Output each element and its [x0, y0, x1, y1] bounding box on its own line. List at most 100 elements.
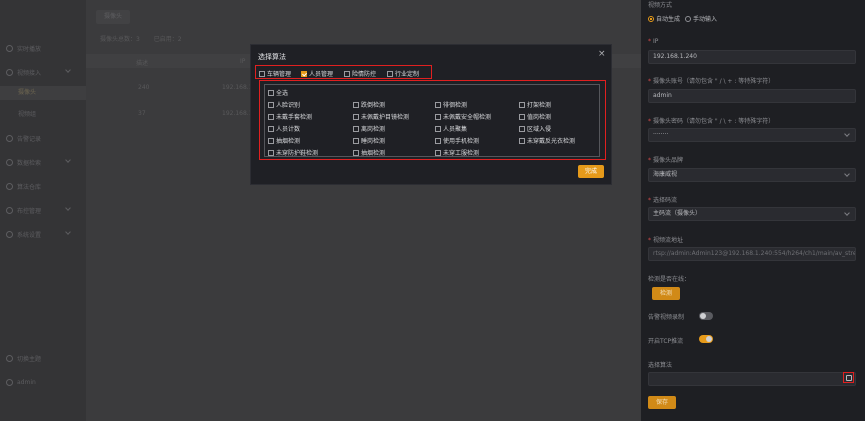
done-button[interactable]: 完成 — [578, 165, 605, 178]
close-icon[interactable]: × — [598, 50, 606, 59]
algo-input[interactable] — [648, 372, 856, 386]
chevron-down-icon — [65, 205, 71, 211]
algo-checkbox[interactable]: 离岗检测 — [353, 124, 385, 133]
checkbox-icon — [519, 101, 525, 108]
checkbox-icon — [435, 113, 441, 120]
table-cell-ip: 192.168.1 — [222, 110, 253, 117]
algo-checkbox[interactable]: 徘徊检测 — [435, 100, 467, 109]
account-input[interactable]: admin — [648, 89, 856, 103]
radio-manual[interactable]: 手动输入 — [685, 14, 717, 23]
category-vehicle[interactable]: 车辆管理 — [259, 69, 291, 78]
checkbox-icon — [353, 101, 359, 108]
checkbox-icon — [268, 113, 274, 120]
save-button[interactable]: 保存 — [648, 396, 677, 409]
algo-label: 选择算法 — [648, 362, 673, 369]
app-window: 实时播放 视频接入 摄像头 视频组 告警记录 数据检索 算法仓库 布控管理 系统… — [0, 0, 865, 421]
cube-icon — [6, 182, 13, 190]
sidebar-item-search[interactable]: 数据检索 — [6, 156, 71, 168]
table-cell-desc: 37 — [138, 110, 146, 117]
radio-auto[interactable]: 自动生成 — [648, 14, 680, 23]
checkbox-icon — [344, 70, 350, 77]
sidebar-item-alarms[interactable]: 告警记录 — [6, 132, 41, 144]
category-hazard[interactable]: 险情防控 — [344, 69, 376, 78]
checkbox-icon — [519, 113, 525, 120]
user-icon — [6, 378, 13, 386]
algo-select-all[interactable]: 全选 — [268, 88, 288, 97]
chevron-down-icon — [65, 67, 71, 73]
algo-checkbox[interactable]: 打架检测 — [519, 100, 551, 109]
sidebar-item-theme[interactable]: 切换主题 — [6, 352, 41, 364]
algo-checkbox[interactable]: 睡岗检测 — [353, 136, 385, 145]
checkbox-icon — [519, 137, 525, 144]
algo-checkbox[interactable]: 未佩戴护目镜检测 — [353, 112, 409, 121]
select-algorithm-dialog: 选择算法 × 车辆管理 人员管理 险情防控 行业定制 全选 人脸识别 跌倒检测 … — [250, 44, 612, 185]
url-label: * 视频流地址 — [648, 237, 684, 244]
shield-icon — [6, 206, 13, 214]
online-label: 检测是否在线： — [648, 276, 691, 283]
algo-checkbox[interactable]: 抽烟检测 — [268, 136, 300, 145]
checkbox-icon — [353, 125, 359, 132]
checkbox-checked-icon — [301, 70, 307, 77]
stream-select[interactable]: 主码流（摄像头） — [648, 207, 856, 221]
sidebar-item-live[interactable]: 实时播放 — [6, 42, 41, 54]
palette-icon — [6, 354, 13, 362]
column-header-ip: IP — [240, 58, 246, 65]
sidebar-item-deploy[interactable]: 布控管理 — [6, 204, 71, 216]
chevron-down-icon — [65, 157, 71, 163]
algo-checkbox[interactable]: 区域入侵 — [519, 124, 551, 133]
sidebar-item-settings[interactable]: 系统设置 — [6, 228, 71, 240]
camera-config-panel: 视频方式 自动生成 手动输入 * IP 192.168.1.240 * 摄像头账号（… — [641, 0, 865, 421]
radio-off-icon — [685, 15, 691, 22]
select-algorithm-button[interactable] — [843, 372, 854, 383]
sidebar-item-video-group[interactable]: 视频组 — [0, 108, 86, 122]
password-label: * 摄像头密码（请勿包含 " / \ + : 等特殊字符） — [648, 118, 775, 125]
category-personnel[interactable]: 人员管理 — [301, 69, 333, 78]
checkbox-icon — [353, 137, 359, 144]
sidebar-item-video-access[interactable]: 视频接入 — [6, 66, 71, 78]
checkbox-icon — [435, 149, 441, 156]
url-input[interactable]: rtsp://admin:Admin123@192.168.1.240:554/… — [648, 247, 856, 261]
detect-button[interactable]: 检测 — [652, 287, 681, 300]
algo-checkbox[interactable]: 跌倒检测 — [353, 100, 385, 109]
checkbox-icon — [387, 70, 393, 77]
sidebar-item-camera[interactable]: 摄像头 — [0, 86, 86, 100]
algo-checkbox[interactable]: 未穿工服检测 — [435, 148, 479, 157]
category-industry[interactable]: 行业定制 — [387, 69, 419, 78]
algo-checkbox[interactable]: 人员计数 — [268, 124, 300, 133]
ip-label: * IP — [648, 38, 659, 45]
tcp-toggle[interactable] — [699, 335, 713, 343]
category-tabs: 车辆管理 人员管理 险情防控 行业定制 — [255, 65, 432, 79]
algo-checkbox[interactable]: 人员聚集 — [435, 124, 467, 133]
source-label: 视频方式 — [648, 2, 673, 9]
password-input[interactable]: ········ — [648, 128, 856, 142]
brand-select[interactable]: 海康威视 — [648, 168, 856, 182]
search-icon — [6, 158, 13, 166]
algo-checkbox[interactable]: 值岗检测 — [519, 112, 551, 121]
stream-label: * 选择码流 — [648, 197, 678, 204]
algo-checkbox[interactable]: 未佩戴安全帽检测 — [435, 112, 491, 121]
algo-checkbox[interactable]: 抽烟检测 — [353, 148, 385, 157]
sidebar-item-algorithms[interactable]: 算法仓库 — [6, 180, 41, 192]
bell-icon — [6, 134, 13, 142]
ip-input[interactable]: 192.168.1.240 — [648, 50, 856, 64]
algo-checkbox[interactable]: 未穿戴反光衣检测 — [519, 136, 575, 145]
radio-on-icon — [648, 15, 654, 22]
checkbox-icon — [268, 89, 274, 96]
alarm-record-toggle[interactable] — [699, 312, 713, 320]
tab-camera[interactable]: 摄像头 — [96, 10, 131, 24]
checkbox-icon — [353, 113, 359, 120]
video-icon — [6, 68, 13, 76]
grid-icon — [845, 374, 852, 381]
algo-checkbox[interactable]: 人脸识别 — [268, 100, 300, 109]
chevron-down-icon — [65, 229, 71, 235]
algo-checkbox[interactable]: 使用手机检测 — [435, 136, 479, 145]
algo-checkbox[interactable]: 未戴手套检测 — [268, 112, 312, 121]
sidebar-item-user[interactable]: admin — [6, 376, 36, 388]
column-header-desc: 描述 — [136, 60, 149, 67]
algorithm-list: 全选 人脸识别 跌倒检测 徘徊检测 打架检测 未戴手套检测 未佩戴护目镜检测 未… — [264, 84, 600, 157]
checkbox-icon — [435, 137, 441, 144]
algo-checkbox[interactable]: 未穿防护鞋检测 — [268, 148, 318, 157]
account-label: * 摄像头账号（请勿包含 " / \ + : 等特殊字符） — [648, 78, 775, 85]
monitor-icon — [6, 44, 13, 52]
checkbox-icon — [268, 101, 274, 108]
